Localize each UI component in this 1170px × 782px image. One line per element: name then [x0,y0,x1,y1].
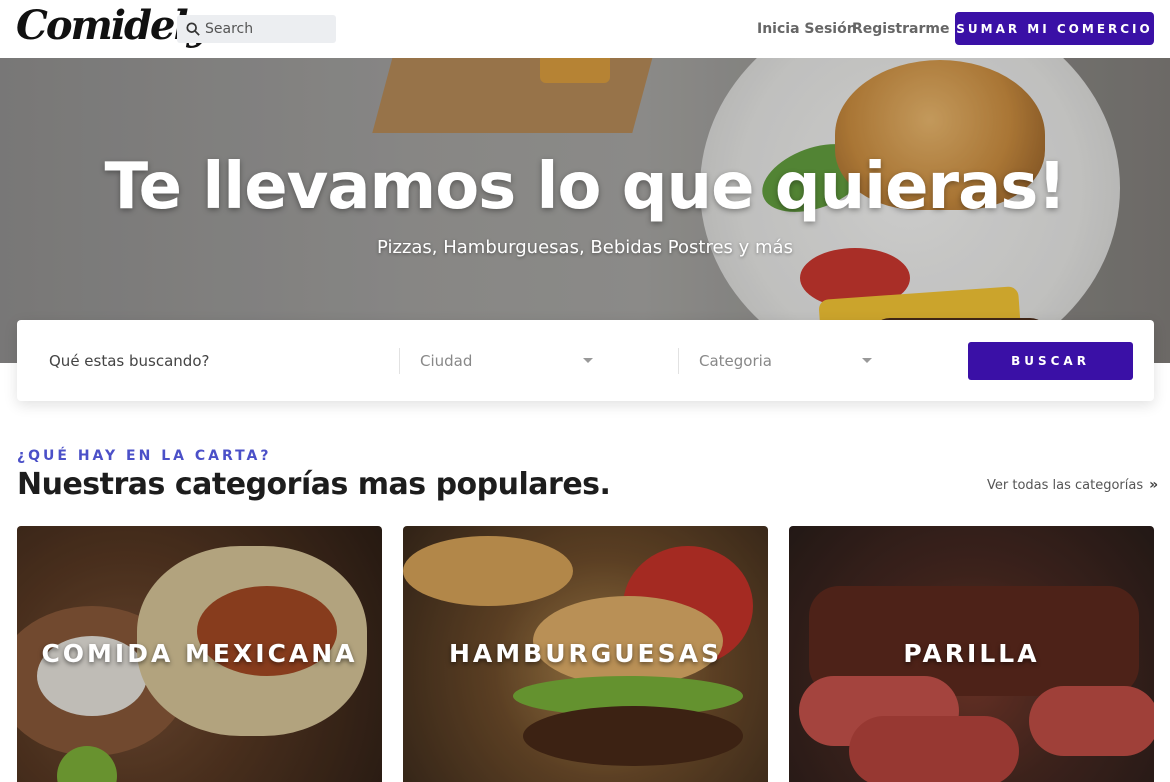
section-kicker: ¿QUÉ HAY EN LA CARTA? [17,448,272,464]
search-placeholder: Search [205,21,254,37]
category-card-burgers[interactable]: HAMBURGUESAS [403,526,768,782]
search-button[interactable]: BUSCAR [968,342,1133,380]
double-chevron-right-icon: » [1149,477,1159,493]
divider [678,348,679,374]
search-panel: Qué estas buscando? Ciudad Categoria BUS… [17,320,1154,401]
query-input[interactable]: Qué estas buscando? [49,352,209,370]
divider [399,348,400,374]
hero-title: Te llevamos lo que quieras! [104,150,1066,224]
category-card-grill[interactable]: PARILLA [789,526,1154,782]
section-title: Nuestras categorías mas populares. [17,467,611,502]
search-icon [186,22,200,36]
register-link[interactable]: Registrarme [852,21,949,37]
category-card-label: COMIDA MEXICANA [41,639,358,668]
see-all-label: Ver todas las categorías [987,477,1144,493]
add-business-button[interactable]: SUMAR MI COMERCIO [955,12,1154,45]
caret-down-icon [862,358,872,363]
category-card-label: HAMBURGUESAS [448,639,722,668]
category-select[interactable]: Categoria [699,352,772,370]
city-select[interactable]: Ciudad [420,352,472,370]
see-all-categories-link[interactable]: Ver todas las categorías » [987,477,1158,493]
caret-down-icon [583,358,593,363]
hero-banner: Te llevamos lo que quieras! Pizzas, Hamb… [0,58,1170,363]
search-input[interactable]: Search [177,15,336,43]
hero-subtitle: Pizzas, Hamburguesas, Bebidas Postres y … [377,237,793,258]
category-card-label: PARILLA [903,639,1040,668]
top-navbar: Comidely Search Inicia Sesión Registrarm… [0,0,1170,58]
login-link[interactable]: Inicia Sesión [757,21,857,37]
category-card-mexican[interactable]: COMIDA MEXICANA [17,526,382,782]
